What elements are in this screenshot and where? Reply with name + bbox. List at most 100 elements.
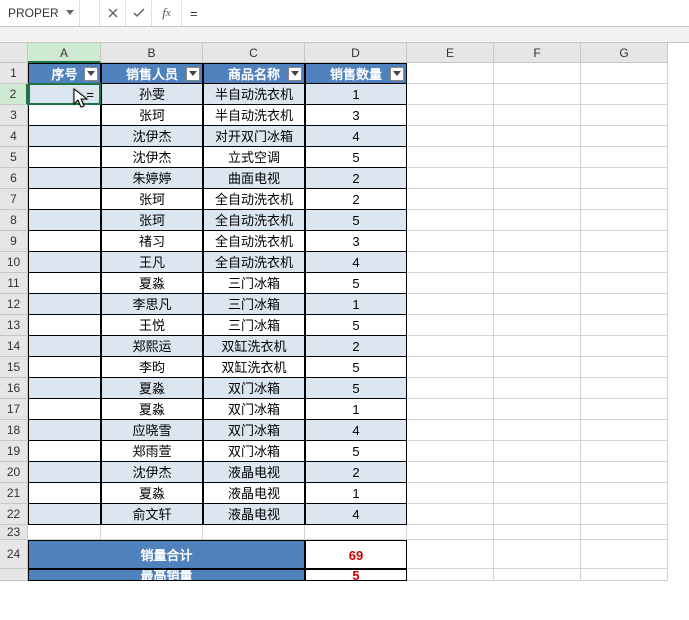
row-header-10[interactable]: 10 [0,252,28,273]
table-cell[interactable]: 全自动洗衣机 [203,210,305,231]
empty-cell[interactable] [494,168,581,189]
empty-cell[interactable] [581,420,668,441]
empty-cell[interactable] [581,569,668,581]
row-header-2[interactable]: 2 [0,84,28,105]
empty-cell[interactable] [581,231,668,252]
empty-cell[interactable] [407,252,494,273]
table-cell[interactable]: 3 [305,105,407,126]
table-cell[interactable]: 2 [305,336,407,357]
table-cell[interactable] [28,168,101,189]
name-box[interactable]: PROPER [0,0,80,26]
empty-cell[interactable] [581,525,668,540]
table-cell[interactable] [28,126,101,147]
empty-cell[interactable] [581,147,668,168]
table-cell[interactable]: 应晓雪 [101,420,203,441]
table-cell[interactable] [28,147,101,168]
empty-cell[interactable] [407,168,494,189]
table-cell[interactable] [28,231,101,252]
table-cell[interactable] [28,441,101,462]
table-cell[interactable] [28,273,101,294]
table-cell[interactable]: 3 [305,231,407,252]
table-cell[interactable]: 双缸洗衣机 [203,357,305,378]
empty-cell[interactable] [494,378,581,399]
row-header-13[interactable]: 13 [0,315,28,336]
table-cell[interactable]: 三门冰箱 [203,315,305,336]
table-cell[interactable]: 沈伊杰 [101,126,203,147]
empty-cell[interactable] [581,63,668,84]
empty-cell[interactable] [407,273,494,294]
empty-cell[interactable] [581,189,668,210]
confirm-formula-button[interactable] [126,0,152,26]
formula-input[interactable]: = [182,0,689,26]
chevron-down-icon[interactable] [65,8,75,18]
summary-value-cell[interactable]: 69 [305,540,407,569]
row-header-1[interactable]: 1 [0,63,28,84]
table-cell[interactable]: 全自动洗衣机 [203,231,305,252]
table-cell[interactable]: 郑熙运 [101,336,203,357]
empty-cell[interactable] [407,441,494,462]
select-all-corner[interactable] [0,43,28,63]
summary-label-cell[interactable]: 销量合计 [28,540,305,569]
table-cell[interactable]: 液晶电视 [203,462,305,483]
row-header-22[interactable]: 22 [0,504,28,525]
empty-cell[interactable] [581,357,668,378]
filter-dropdown-icon[interactable] [84,67,98,81]
empty-cell[interactable] [581,252,668,273]
empty-cell[interactable] [407,210,494,231]
table-cell[interactable]: 夏淼 [101,483,203,504]
table-cell[interactable]: 郑雨萱 [101,441,203,462]
empty-cell[interactable] [494,525,581,540]
empty-cell[interactable] [407,126,494,147]
table-cell[interactable]: 5 [305,357,407,378]
filter-dropdown-icon[interactable] [288,67,302,81]
row-header-21[interactable]: 21 [0,483,28,504]
empty-cell[interactable] [494,483,581,504]
cancel-formula-button[interactable] [100,0,126,26]
empty-cell[interactable] [581,294,668,315]
table-cell[interactable]: 5 [305,315,407,336]
table-cell[interactable]: 5 [305,273,407,294]
table-header-cell[interactable]: 销售人员 [101,63,203,84]
table-cell[interactable]: 液晶电视 [203,504,305,525]
empty-cell[interactable] [28,525,101,540]
table-cell[interactable]: 王凡 [101,252,203,273]
row-header-19[interactable]: 19 [0,441,28,462]
table-cell[interactable]: 液晶电视 [203,483,305,504]
row-header-4[interactable]: 4 [0,126,28,147]
empty-cell[interactable] [407,378,494,399]
empty-cell[interactable] [407,84,494,105]
table-cell[interactable]: 对开双门冰箱 [203,126,305,147]
table-cell[interactable] [28,420,101,441]
empty-cell[interactable] [494,399,581,420]
table-cell[interactable] [28,252,101,273]
empty-cell[interactable] [407,105,494,126]
table-cell[interactable]: 半自动洗衣机 [203,105,305,126]
column-header-G[interactable]: G [581,43,668,63]
empty-cell[interactable] [581,504,668,525]
row-header-16[interactable]: 16 [0,378,28,399]
empty-cell[interactable] [203,525,305,540]
empty-cell[interactable] [581,399,668,420]
empty-cell[interactable] [407,399,494,420]
empty-cell[interactable] [494,336,581,357]
empty-cell[interactable] [494,357,581,378]
table-cell[interactable]: 1 [305,399,407,420]
column-header-F[interactable]: F [494,43,581,63]
empty-cell[interactable] [581,315,668,336]
table-cell[interactable]: 张珂 [101,105,203,126]
empty-cell[interactable] [494,462,581,483]
empty-cell[interactable] [494,420,581,441]
empty-cell[interactable] [581,540,668,569]
table-cell[interactable]: 双门冰箱 [203,378,305,399]
table-cell[interactable]: 俞文轩 [101,504,203,525]
table-cell[interactable]: 5 [305,147,407,168]
table-cell[interactable] [28,105,101,126]
empty-cell[interactable] [494,210,581,231]
table-cell[interactable] [28,483,101,504]
empty-cell[interactable] [494,126,581,147]
table-cell[interactable]: 张珂 [101,189,203,210]
table-cell[interactable]: 2 [305,462,407,483]
column-header-D[interactable]: D [305,43,407,63]
empty-cell[interactable] [407,420,494,441]
table-cell[interactable]: 双门冰箱 [203,441,305,462]
